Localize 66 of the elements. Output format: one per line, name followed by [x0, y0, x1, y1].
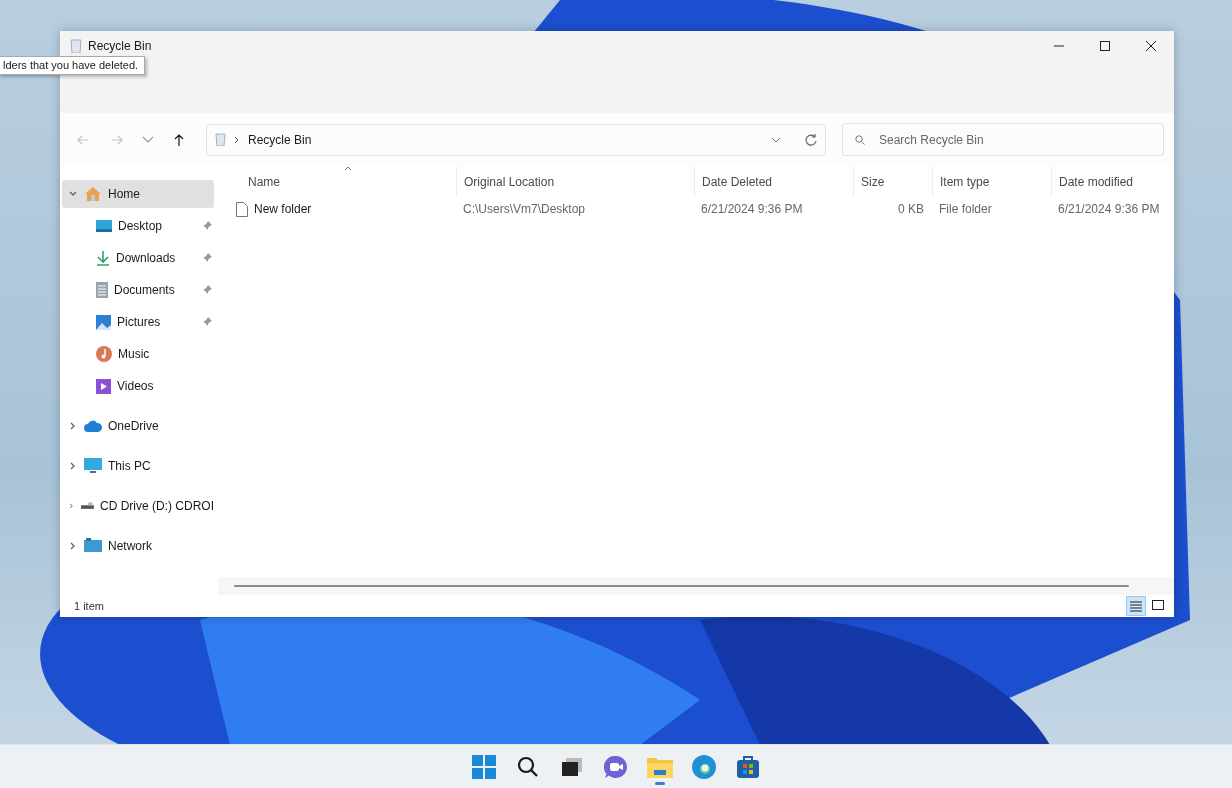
recycle-bin-icon — [215, 133, 226, 146]
search-icon — [855, 134, 865, 145]
windows-logo-icon — [472, 754, 496, 779]
close-icon — [1146, 40, 1156, 51]
monitor-icon — [84, 458, 102, 474]
sidebar-item[interactable]: This PC — [62, 452, 214, 480]
file-name[interactable]: New folder — [254, 202, 312, 216]
video-icon — [96, 378, 111, 394]
arrow-up-icon — [172, 132, 186, 147]
chat-icon — [604, 754, 628, 779]
picture-icon — [96, 314, 111, 330]
task-view-icon — [562, 757, 582, 776]
tooltip: lders that you have deleted. — [0, 56, 146, 75]
pin-icon — [202, 253, 212, 263]
pin-icon — [202, 285, 212, 295]
column-header[interactable]: Item type — [940, 175, 990, 189]
sidebar-item[interactable]: OneDrive — [62, 412, 214, 440]
window-title: Recycle Bin — [88, 39, 153, 53]
sidebar-item[interactable]: Pictures — [62, 308, 214, 336]
sidebar-item[interactable]: Downloads — [62, 244, 214, 272]
column-header[interactable]: Date modified — [1059, 175, 1134, 189]
column-header[interactable]: Name — [248, 175, 280, 189]
network-icon — [84, 538, 102, 554]
pin-icon — [202, 221, 212, 231]
dropdown-icon[interactable] — [771, 136, 781, 143]
browser-icon — [692, 754, 716, 779]
sidebar-item[interactable]: CD Drive (D:) CDROI — [62, 492, 214, 520]
sidebar-item[interactable]: Desktop — [62, 212, 214, 240]
list-icon — [1130, 600, 1142, 612]
refresh-icon[interactable] — [805, 133, 817, 146]
home-icon — [84, 186, 102, 202]
table-cell-text: 0 KB — [897, 201, 925, 218]
table-cell-text: 6/21/2024 9:36 PM — [700, 201, 804, 218]
sidebar-item[interactable]: Network — [62, 532, 214, 560]
maximize-icon — [1100, 40, 1110, 51]
music-icon — [96, 346, 112, 362]
sidebar-item[interactable]: Home — [62, 180, 214, 208]
search-icon — [517, 755, 539, 778]
download-icon — [96, 250, 110, 266]
blank-file-icon — [236, 201, 248, 217]
column-header[interactable]: Date Deleted — [702, 175, 773, 189]
table-cell-text: 6/21/2024 9:36 PM — [1057, 201, 1161, 218]
table-cell-text: File folder — [938, 201, 993, 218]
running-indicator — [655, 781, 665, 785]
sidebar-item[interactable]: Videos — [62, 372, 214, 400]
item-count: 1 item — [74, 600, 105, 612]
column-header[interactable]: Original Location — [464, 175, 555, 189]
folder-icon — [647, 755, 673, 778]
shopping-bag-icon — [736, 754, 760, 779]
document-icon — [96, 282, 108, 298]
sidebar-item[interactable]: Documents — [62, 276, 214, 304]
square-icon — [1152, 600, 1164, 612]
recycle-bin-icon — [70, 39, 82, 53]
desktop-icon — [96, 219, 112, 233]
cloud-icon — [84, 420, 102, 432]
address-bar[interactable]: Recycle Bin — [206, 123, 826, 156]
search-field[interactable]: Search Recycle Bin — [842, 123, 1164, 156]
table-cell-text: C:\Users\Vm7\Desktop — [462, 201, 587, 218]
pin-icon — [202, 317, 212, 327]
sidebar-item[interactable]: Music — [62, 340, 214, 368]
breadcrumb[interactable]: Recycle Bin — [248, 132, 312, 147]
column-header[interactable]: Size — [861, 175, 885, 189]
search-input[interactable]: Search Recycle Bin — [877, 131, 1151, 148]
scrollbar-thumb[interactable] — [234, 585, 1129, 587]
chevron-right-icon — [234, 135, 240, 144]
drive-icon — [81, 501, 94, 511]
